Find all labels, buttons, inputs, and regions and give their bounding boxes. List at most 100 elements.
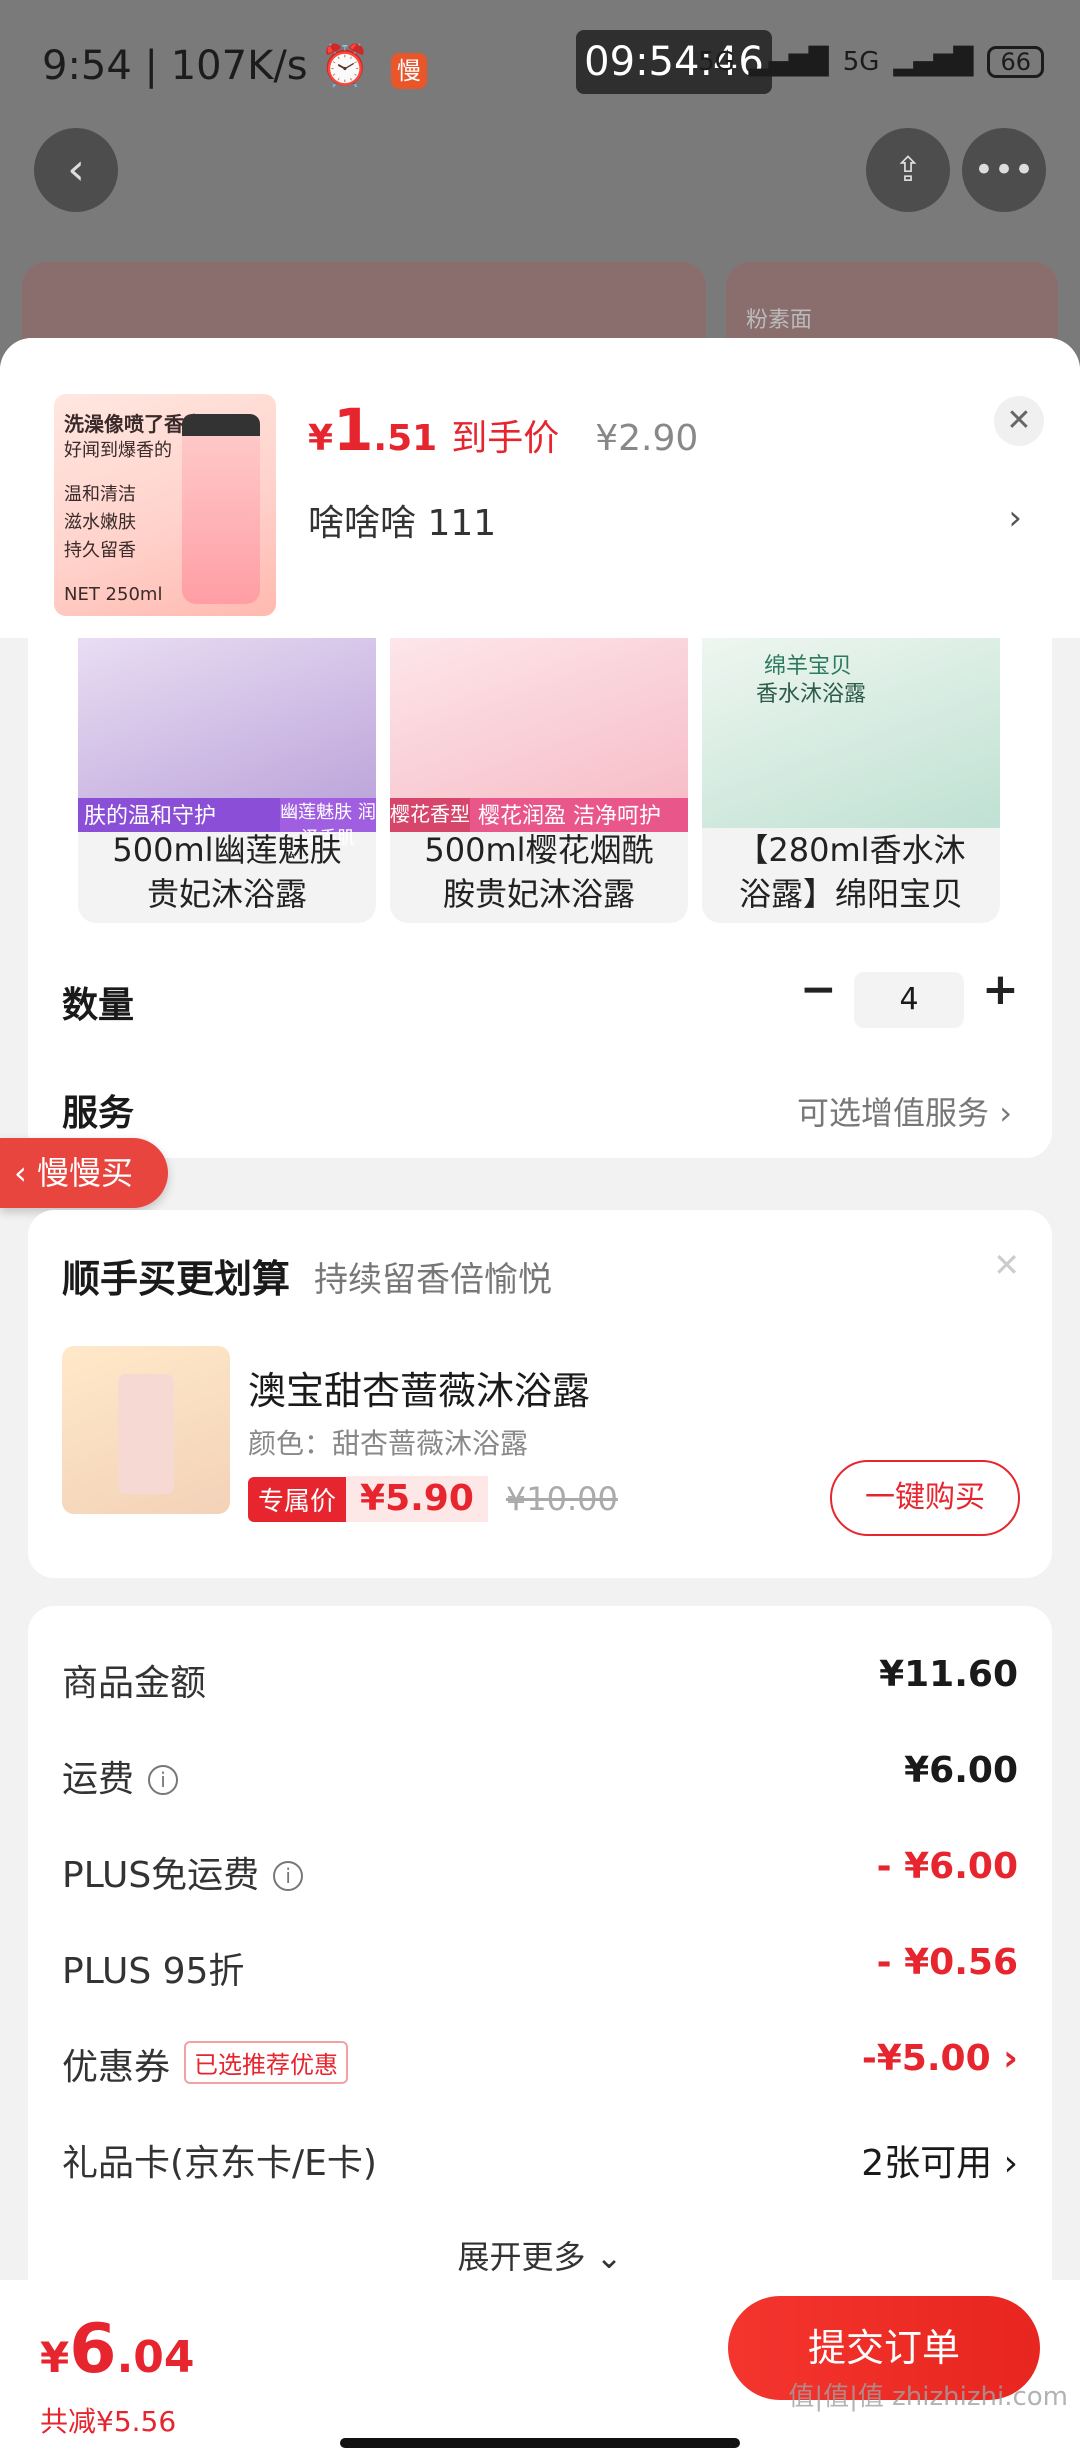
slow-buy-label: 慢慢买 xyxy=(36,1154,133,1192)
options-card: 肤的温和守护 幽莲魅肤 润泽香肌 500ml幽莲魅肤 贵妃沐浴露 樱花香型 樱花润… xyxy=(28,638,1052,1158)
product-name: 500ml幽莲魅肤 贵妃沐浴露 xyxy=(78,828,376,916)
fee-label-text: 优惠券 xyxy=(62,2047,171,2088)
thumb-line: 好闻到爆香的 xyxy=(64,440,172,461)
thumb-line: 温和清洁 xyxy=(64,484,136,505)
product-name: 500ml樱花烟酰 胺贵妃沐浴露 xyxy=(390,828,688,916)
clock-time: 9:54 xyxy=(42,43,132,89)
fee-label: PLUS 95折 xyxy=(62,1951,245,1992)
fees-card: 商品金额 ¥11.60 运费 i ¥6.00 PLUS免运费 i - ¥6.00 P… xyxy=(28,1606,1052,2326)
selected-variant[interactable]: 啥啥啥 111 xyxy=(308,494,496,546)
bottle-image xyxy=(118,1374,174,1494)
name-line: 500ml幽莲魅肤 xyxy=(112,831,342,869)
info-icon[interactable]: i xyxy=(273,1861,304,1891)
tag-a: 樱花香型 xyxy=(390,798,470,832)
fee-label: PLUS免运费 i xyxy=(62,1846,304,1898)
quantity-label: 数量 xyxy=(62,985,135,1026)
thumb-line: 持久留香 xyxy=(64,540,136,561)
name-line: 胺贵妃沐浴露 xyxy=(442,875,635,913)
fee-label-text: 运费 xyxy=(62,1759,135,1800)
expand-more-button[interactable]: 展开更多 ⌄ xyxy=(28,2232,1052,2278)
quantity-input[interactable]: 4 xyxy=(854,972,964,1028)
close-icon[interactable]: ✕ xyxy=(993,1246,1020,1284)
close-icon[interactable]: ✕ xyxy=(994,396,1044,446)
total-int: 6 xyxy=(69,2310,117,2389)
addon-name[interactable]: 澳宝甜杏蔷薇沐浴露 xyxy=(248,1360,590,1415)
signal-bars-icon-2: ▂▄▆█ xyxy=(893,47,974,77)
slow-buy-button[interactable]: ‹ 慢慢买 xyxy=(0,1138,168,1208)
fee-value: ¥6.00 xyxy=(904,1750,1018,1791)
addon-price: ¥5.90 xyxy=(346,1476,488,1522)
addon-original-price: ¥10.00 xyxy=(505,1480,618,1518)
sheet-header: 洗澡像喷了香水 好闻到爆香的 温和清洁 滋水嫩肤 持久留香 NET 250ml … xyxy=(0,338,1080,638)
final-price: ¥1.51 xyxy=(308,396,437,464)
net-speed: 107K/s xyxy=(170,43,308,89)
service-label: 服务 xyxy=(62,1093,135,1134)
name-line: 【280ml香水沐 xyxy=(736,831,966,869)
tag-row: 肤的温和守护 幽莲魅肤 润泽香肌 xyxy=(78,798,376,849)
plus-button[interactable]: + xyxy=(982,964,1019,1015)
bg-card-text: 粉素面 xyxy=(746,308,813,333)
exclusive-price-tag: 专属价 xyxy=(248,1476,347,1522)
name-line: 500ml樱花烟酰 xyxy=(424,831,654,869)
fee-row-goods: 商品金额 ¥11.60 xyxy=(62,1654,1018,1714)
addon-subtitle: 持续留香倍愉悦 xyxy=(314,1260,552,1300)
fee-row-coupon[interactable]: 优惠券 已选推荐优惠 -¥5.00 › xyxy=(62,2038,1018,2098)
alarm-icon: ⏰ xyxy=(320,43,371,89)
status-bar: 9:54 | 107K/s ⏰ 慢 09:54:46 5G ▂▄▆█ 5G ▂▄… xyxy=(0,0,1080,130)
info-icon[interactable]: i xyxy=(148,1765,179,1795)
currency-symbol: ¥ xyxy=(308,418,334,459)
tag-b: 香水沐浴露 xyxy=(756,682,867,707)
total-dec: .04 xyxy=(116,2332,195,2383)
addon-thumbnail[interactable] xyxy=(62,1346,230,1514)
addon-title: 顺手买更划算 xyxy=(62,1257,291,1301)
total-price: ¥6.04 xyxy=(40,2310,195,2389)
fee-label: 优惠券 已选推荐优惠 xyxy=(62,2038,349,2090)
fee-value: - ¥0.56 xyxy=(876,1942,1018,1983)
fee-row-shipping: 运费 i ¥6.00 xyxy=(62,1750,1018,1810)
home-indicator[interactable] xyxy=(340,2438,740,2448)
service-select[interactable]: 可选增值服务 › xyxy=(797,1088,1012,1134)
fee-value[interactable]: -¥5.00 › xyxy=(862,2038,1018,2079)
total-saved: 共减¥5.56 xyxy=(40,2405,177,2438)
tag-b: 幽莲魅肤 润泽香肌 xyxy=(280,798,376,849)
tag-a: 肤的温和守护 xyxy=(78,798,280,832)
coupon-badge: 已选推荐优惠 xyxy=(184,2041,349,2084)
more-button[interactable]: ••• xyxy=(962,128,1046,212)
fee-row-giftcard[interactable]: 礼品卡(京东卡/E卡) 2张可用 › xyxy=(62,2134,1018,2194)
original-price: ¥2.90 xyxy=(595,418,699,459)
checkout-footer: ¥6.04 共减¥5.56 提交订单 值|值|值 zhizhizhi.com xyxy=(0,2280,1080,2460)
recommend-item[interactable]: 绵羊宝贝 香水沐浴露 【280ml香水沐 浴露】绵阳宝贝 xyxy=(702,638,1000,923)
watermark: 值|值|值 zhizhizhi.com xyxy=(788,2382,1068,2412)
one-click-buy-button[interactable]: 一键购买 xyxy=(830,1460,1020,1536)
product-thumbnail: 洗澡像喷了香水 好闻到爆香的 温和清洁 滋水嫩肤 持久留香 NET 250ml xyxy=(54,394,276,616)
thumb-line: 滋水嫩肤 xyxy=(64,512,136,533)
recommend-item[interactable]: 樱花香型 樱花润盈 洁净呵护 500ml樱花烟酰 胺贵妃沐浴露 xyxy=(390,638,688,923)
signal-bars-icon: ▂▄▆█ xyxy=(748,47,829,77)
fee-row-plus-shipping: PLUS免运费 i - ¥6.00 xyxy=(62,1846,1018,1906)
name-line: 贵妃沐浴露 xyxy=(146,875,307,913)
addon-card: 顺手买更划算 持续留香倍愉悦 ✕ 澳宝甜杏蔷薇沐浴露 颜色：甜杏蔷薇沐浴露 专属… xyxy=(28,1210,1052,1578)
signal-5g-2: 5G xyxy=(842,47,880,77)
back-button[interactable]: ‹ xyxy=(34,128,118,212)
addon-color: 颜色：甜杏蔷薇沐浴露 xyxy=(248,1427,529,1460)
fee-label-text: PLUS免运费 xyxy=(62,1855,260,1896)
name-line: 浴露】绵阳宝贝 xyxy=(738,875,963,913)
price-dec: .51 xyxy=(373,418,438,459)
signal-5g-1: 5G xyxy=(698,47,735,77)
battery-icon: 66 xyxy=(987,46,1044,78)
price-int: 1 xyxy=(333,396,374,464)
recommend-item[interactable]: 肤的温和守护 幽莲魅肤 润泽香肌 500ml幽莲魅肤 贵妃沐浴露 xyxy=(78,638,376,923)
fee-value[interactable]: 2张可用 › xyxy=(861,2134,1018,2186)
tag-row: 樱花香型 樱花润盈 洁净呵护 xyxy=(390,798,688,832)
bottle-image xyxy=(182,414,260,604)
minus-button[interactable]: − xyxy=(800,964,837,1015)
chevron-right-icon[interactable]: › xyxy=(1008,498,1022,538)
tag-b: 樱花润盈 洁净呵护 xyxy=(470,798,688,832)
fee-label: 商品金额 xyxy=(62,1663,207,1704)
addon-price-row: 专属价 ¥5.90 ¥10.00 xyxy=(248,1476,618,1522)
status-time: 9:54 | 107K/s ⏰ 慢 xyxy=(42,42,427,89)
fee-value: - ¥6.00 xyxy=(876,1846,1018,1887)
slow-app-badge: 慢 xyxy=(390,53,427,89)
share-button[interactable]: ⇪ xyxy=(866,128,950,212)
fee-value: ¥11.60 xyxy=(879,1654,1018,1695)
